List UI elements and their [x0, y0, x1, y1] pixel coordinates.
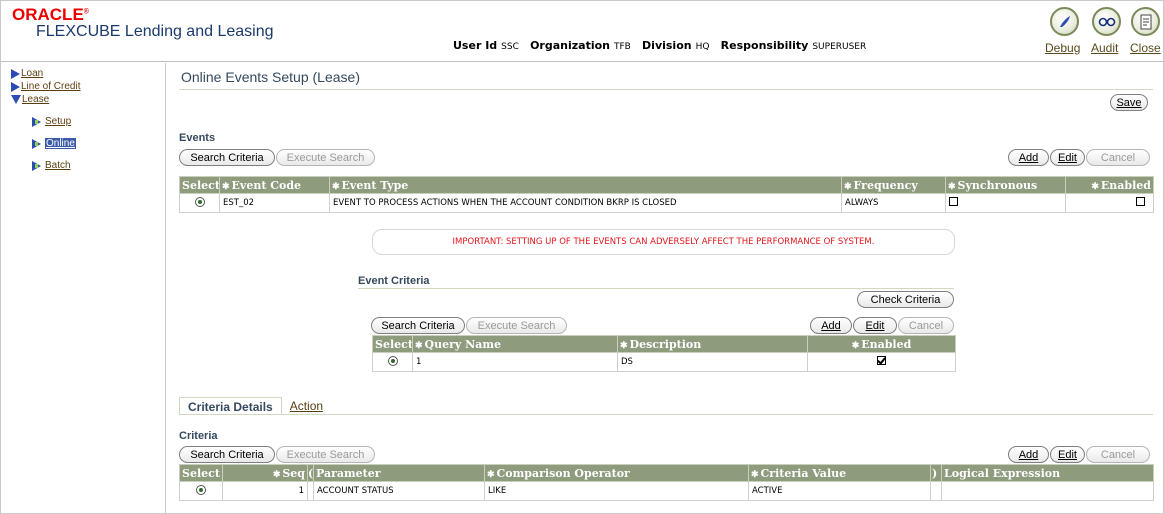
table-row[interactable]: EST_02 EVENT TO PROCESS ACTIONS WHEN THE…	[179, 193, 1154, 213]
col-select: Select	[179, 176, 220, 194]
tab-criteria-details[interactable]: Criteria Details	[179, 397, 282, 415]
frequency-cell: ALWAYS	[841, 193, 946, 213]
criteria-execute-search-button[interactable]: Execute Search	[276, 446, 375, 463]
enabled-checkbox[interactable]	[877, 356, 886, 365]
seq-cell: 1	[222, 481, 308, 501]
criteria-section-title: Criteria	[179, 430, 218, 442]
close-link[interactable]: Close	[1130, 41, 1161, 55]
nav-item-lease[interactable]: Lease	[11, 94, 49, 105]
col-synchronous[interactable]: ✱ Synchronous	[945, 176, 1066, 194]
logical-expression-cell	[941, 481, 1154, 501]
event-criteria-search-button[interactable]: Search Criteria	[371, 317, 465, 334]
event-criteria-add-button[interactable]: Add	[810, 317, 852, 334]
oracle-logo: ORACLE®	[12, 5, 89, 24]
title-divider	[179, 89, 1153, 90]
expand-arrow-icon	[11, 81, 20, 92]
event-criteria-table: Select ✱ Query Name ✱ Description ✱ Enabled…	[372, 335, 956, 372]
col-seq[interactable]: ✱ Seq	[222, 464, 308, 482]
node-arrow-icon	[32, 160, 45, 171]
debug-icon[interactable]	[1050, 7, 1079, 36]
col-frequency[interactable]: ✱ Frequency	[841, 176, 946, 194]
events-section-title: Events	[179, 132, 216, 144]
save-button[interactable]: Save	[1110, 94, 1148, 111]
row-select-radio[interactable]	[194, 196, 205, 207]
synchronous-checkbox[interactable]	[949, 197, 958, 206]
events-header-row: Select ✱ Event Code ✱ Event Type ✱ Frequenc…	[179, 176, 1154, 194]
nav-item-setup[interactable]: Setup	[32, 116, 71, 127]
row-select-radio[interactable]	[387, 355, 398, 366]
check-criteria-button[interactable]: Check Criteria	[857, 291, 954, 308]
nav-item-online[interactable]: Online	[32, 138, 76, 149]
description-cell: DS	[617, 352, 808, 372]
nav-item-batch[interactable]: Batch	[32, 160, 71, 171]
event-code-cell: EST_02	[219, 193, 330, 213]
expand-arrow-icon	[11, 68, 20, 79]
col-event-type[interactable]: ✱ Event Type	[329, 176, 842, 194]
criteria-cancel-button[interactable]: Cancel	[1086, 446, 1150, 463]
table-row[interactable]: 1 DS	[372, 352, 956, 372]
enabled-checkbox[interactable]	[1136, 197, 1145, 206]
criteria-add-button[interactable]: Add	[1008, 446, 1049, 463]
left-nav: Loan Line of Credit Lease Setup Online B…	[1, 63, 166, 513]
criteria-edit-button[interactable]: Edit	[1050, 446, 1085, 463]
header: ORACLE® FLEXCUBE Lending and Leasing Use…	[1, 1, 1164, 62]
performance-warning: IMPORTANT: SETTING UP OF THE EVENTS CAN …	[372, 229, 955, 255]
criteria-value-cell: ACTIVE	[748, 481, 931, 501]
event-criteria-header-row: Select ✱ Query Name ✱ Description ✱ Enabled	[372, 335, 956, 353]
detail-tabs: Criteria Details Action	[179, 397, 331, 415]
event-criteria-cancel-button[interactable]: Cancel	[898, 317, 954, 334]
audit-icon[interactable]	[1092, 7, 1121, 36]
col-close-paren[interactable]: )	[930, 464, 942, 482]
col-comparison-operator[interactable]: ✱ Comparison Operator	[484, 464, 749, 482]
debug-link[interactable]: Debug	[1045, 41, 1080, 55]
col-enabled[interactable]: ✱ Enabled	[1065, 176, 1154, 194]
col-select: Select	[179, 464, 223, 482]
close-icon[interactable]	[1131, 7, 1160, 36]
col-logical-expression[interactable]: Logical Expression	[941, 464, 1154, 482]
criteria-search-criteria-button[interactable]: Search Criteria	[179, 446, 275, 463]
event-criteria-section-title: Event Criteria	[358, 275, 430, 287]
event-criteria-edit-button[interactable]: Edit	[853, 317, 897, 334]
col-enabled[interactable]: ✱ Enabled	[807, 335, 956, 353]
criteria-table: Select ✱ Seq ( Parameter ✱ Comparison Oper…	[179, 464, 1154, 501]
col-description[interactable]: ✱ Description	[617, 335, 808, 353]
tab-action[interactable]: Action	[282, 397, 331, 415]
nav-item-loan[interactable]: Loan	[11, 68, 43, 79]
events-table: Select ✱ Event Code ✱ Event Type ✱ Frequenc…	[179, 176, 1154, 213]
event-criteria-execute-button[interactable]: Execute Search	[466, 317, 567, 334]
event-type-cell: EVENT TO PROCESS ACTIONS WHEN THE ACCOUN…	[329, 193, 842, 213]
query-name-cell: 1	[412, 352, 618, 372]
node-arrow-icon	[32, 138, 45, 149]
user-info-bar: User Id SSC Organization TFB Division HQ Re…	[453, 39, 867, 52]
main-content: Online Events Setup (Lease) Save Events …	[167, 63, 1163, 513]
page-title: Online Events Setup (Lease)	[181, 69, 360, 85]
criteria-header-row: Select ✱ Seq ( Parameter ✱ Comparison Oper…	[179, 464, 1154, 482]
col-parameter[interactable]: Parameter	[313, 464, 485, 482]
table-row[interactable]: 1 ACCOUNT STATUS LIKE ACTIVE	[179, 481, 1154, 501]
events-add-button[interactable]: Add	[1008, 149, 1049, 166]
col-query-name[interactable]: ✱ Query Name	[412, 335, 618, 353]
events-cancel-button[interactable]: Cancel	[1086, 149, 1150, 166]
product-name: FLEXCUBE Lending and Leasing	[36, 23, 274, 40]
close-paren-cell	[930, 481, 942, 501]
events-edit-button[interactable]: Edit	[1050, 149, 1085, 166]
operator-cell: LIKE	[484, 481, 749, 501]
row-select-radio[interactable]	[196, 484, 206, 495]
nav-item-line-of-credit[interactable]: Line of Credit	[11, 81, 80, 92]
tabs-divider	[179, 414, 1153, 415]
collapse-arrow-icon	[11, 95, 21, 104]
audit-link[interactable]: Audit	[1091, 41, 1118, 55]
col-open-paren[interactable]: (	[307, 464, 314, 482]
node-arrow-icon	[32, 116, 45, 127]
events-search-criteria-button[interactable]: Search Criteria	[179, 149, 275, 166]
col-event-code[interactable]: ✱ Event Code	[219, 176, 330, 194]
app-window: ORACLE® FLEXCUBE Lending and Leasing Use…	[0, 0, 1164, 514]
event-criteria-divider	[358, 288, 954, 289]
col-criteria-value[interactable]: ✱ Criteria Value	[748, 464, 931, 482]
events-execute-search-button[interactable]: Execute Search	[276, 149, 375, 166]
col-select: Select	[372, 335, 413, 353]
parameter-cell: ACCOUNT STATUS	[313, 481, 485, 501]
